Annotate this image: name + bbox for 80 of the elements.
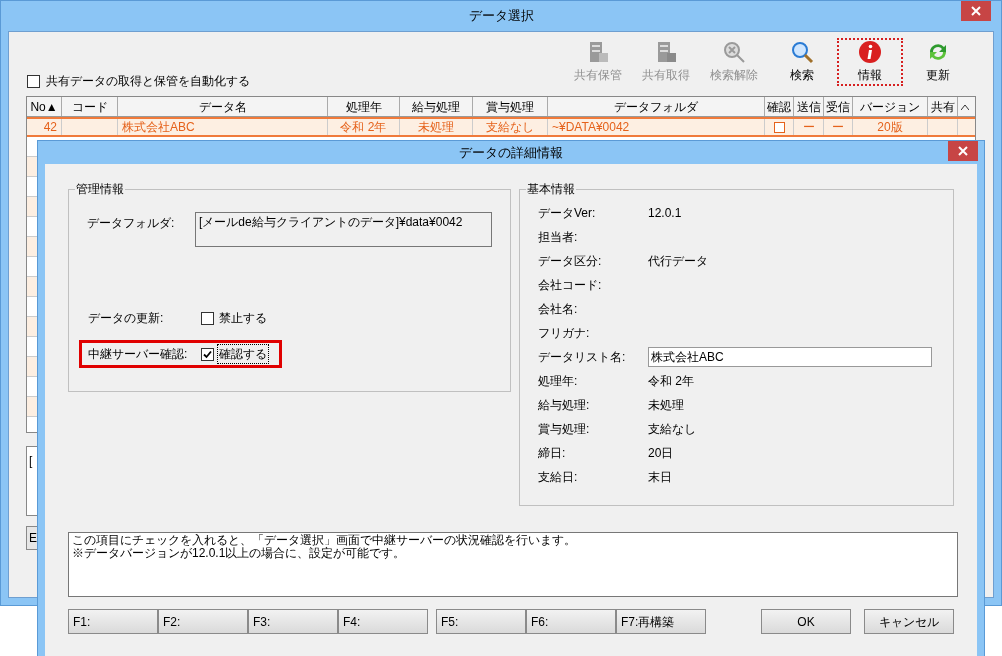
table-cell-text: 株式会社ABC bbox=[122, 119, 195, 136]
table-cell-text: ~¥DATA¥0042 bbox=[552, 119, 630, 136]
field-label: 支給日: bbox=[538, 469, 579, 486]
dialog-button[interactable]: OK bbox=[761, 609, 851, 634]
column-header[interactable]: 処理年 bbox=[328, 97, 400, 116]
column-header[interactable]: コード bbox=[62, 97, 118, 116]
field-label: データ区分: bbox=[538, 253, 603, 270]
function-key-button[interactable]: F7:再構築 bbox=[616, 609, 706, 634]
close-icon bbox=[958, 146, 968, 156]
column-header[interactable]: 受信 bbox=[824, 97, 853, 116]
search-clear-icon bbox=[722, 40, 746, 64]
column-header[interactable]: 賞与処理 bbox=[473, 97, 548, 116]
column-header[interactable]: 確認 bbox=[765, 97, 794, 116]
field-value: 20日 bbox=[648, 445, 674, 462]
option-label: 中継サーバー確認: bbox=[88, 346, 189, 363]
help-text: この項目にチェックを入れると、「データ選択」画面で中継サーバーの状況確認を行います。 bbox=[72, 534, 577, 547]
field-label: 賞与処理: bbox=[538, 421, 591, 438]
field-label: 担当者: bbox=[538, 229, 579, 246]
toolbar-button[interactable]: 情報 bbox=[837, 38, 903, 86]
checkbox[interactable] bbox=[27, 74, 40, 88]
group-title: 管理情報 bbox=[75, 181, 125, 198]
field-value: 令和 2年 bbox=[648, 373, 694, 390]
table-cell-text: 令和 2年 bbox=[340, 119, 387, 136]
function-button[interactable]: E bbox=[26, 526, 38, 550]
field-label: フリガナ: bbox=[538, 325, 591, 342]
field-label: データフォルダ: bbox=[87, 215, 176, 232]
window-title: データ選択 bbox=[468, 7, 534, 26]
field-label: 会社名: bbox=[538, 301, 579, 318]
toolbar-button[interactable]: 検索 bbox=[769, 38, 835, 86]
column-header[interactable]: 送信 bbox=[794, 97, 824, 116]
checkbox[interactable] bbox=[201, 347, 214, 361]
option-label: データの更新: bbox=[88, 310, 165, 327]
field-value: 12.0.1 bbox=[648, 205, 682, 222]
function-key-button[interactable]: F3: bbox=[248, 609, 338, 634]
checkbox[interactable] bbox=[201, 311, 214, 325]
function-key-button[interactable]: F6: bbox=[526, 609, 616, 634]
toolbar-button[interactable]: 更新 bbox=[905, 38, 971, 86]
field-label: データリスト名: bbox=[538, 349, 627, 366]
table-cell-text: ー bbox=[832, 119, 844, 136]
column-header[interactable]: データフォルダ bbox=[548, 97, 765, 116]
checkbox-label: 禁止する bbox=[218, 310, 268, 327]
close-icon bbox=[971, 6, 981, 16]
table-cell-text: 20版 bbox=[877, 119, 903, 136]
function-key-button[interactable]: F5: bbox=[436, 609, 526, 634]
dialog-title: データの詳細情報 bbox=[459, 143, 563, 162]
column-header[interactable]: No▲ bbox=[27, 97, 62, 116]
dialog-button[interactable]: キャンセル bbox=[864, 609, 954, 634]
group-title: 基本情報 bbox=[526, 181, 576, 198]
search-icon bbox=[790, 40, 814, 64]
note-text: [ bbox=[29, 454, 33, 468]
field-label: 処理年: bbox=[538, 373, 579, 390]
field-label: 締日: bbox=[538, 445, 567, 462]
column-header[interactable]: データ名 bbox=[118, 97, 328, 116]
input-field[interactable]: 株式会社ABC bbox=[648, 347, 932, 367]
folder-field: [メールde給与クライアントのデータ]¥data¥0042 bbox=[195, 212, 492, 247]
cell-checkbox[interactable] bbox=[773, 121, 785, 133]
function-key-button[interactable]: F1: bbox=[68, 609, 158, 634]
checkbox-label: 確認する bbox=[217, 344, 269, 364]
field-value: 支給なし bbox=[648, 421, 696, 438]
field-value: 代行データ bbox=[648, 253, 708, 270]
field-value: 未処理 bbox=[648, 397, 684, 414]
field-label: 会社コード: bbox=[538, 277, 603, 294]
checkbox-label: 共有データの取得と保管を自動化する bbox=[46, 73, 250, 90]
field-label: データVer: bbox=[538, 205, 597, 222]
field-label: 給与処理: bbox=[538, 397, 591, 414]
field-value: 末日 bbox=[648, 469, 672, 486]
table-cell-text: ー bbox=[802, 119, 815, 136]
close-button[interactable] bbox=[948, 141, 978, 161]
scroll-up-icon[interactable] bbox=[961, 103, 969, 110]
function-key-button[interactable]: F2: bbox=[158, 609, 248, 634]
table-cell-text: 未処理 bbox=[418, 119, 454, 136]
table-cell-text: 42 bbox=[43, 119, 57, 136]
column-header[interactable]: バージョン bbox=[853, 97, 928, 116]
column-header[interactable]: 給与処理 bbox=[400, 97, 473, 116]
help-text: ※データバージョンが12.0.1以上の場合に、設定が可能です。 bbox=[72, 547, 407, 560]
close-button[interactable] bbox=[961, 1, 991, 21]
info-icon bbox=[858, 40, 882, 64]
function-key-button[interactable]: F4: bbox=[338, 609, 428, 634]
table-cell-text: 支給なし bbox=[486, 119, 534, 136]
column-header[interactable]: 共有 bbox=[928, 97, 958, 116]
